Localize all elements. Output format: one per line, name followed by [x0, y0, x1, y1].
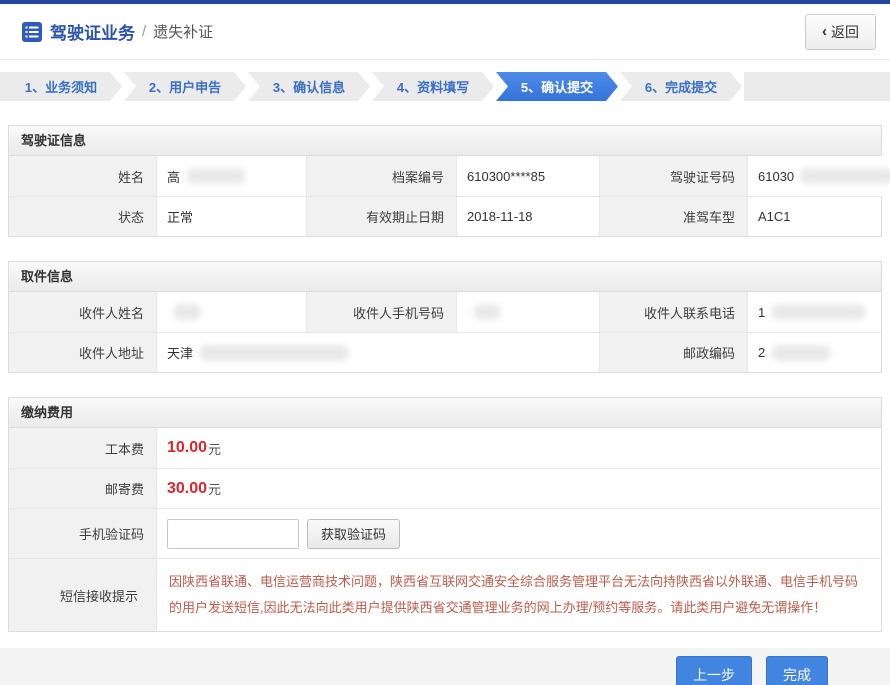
sms-notice-cell: 因陕西省联通、电信运营商技术问题，陕西省互联网交通安全综合服务管理平台无法向持陕…	[157, 558, 881, 631]
recipient-name-value	[157, 292, 307, 332]
page-title: 驾驶证业务	[50, 19, 135, 44]
sms-code-label: 手机验证码	[9, 508, 157, 558]
recipient-address-label: 收件人地址	[9, 332, 157, 372]
postcode-value: 2	[748, 332, 881, 372]
footer-action-bar: 上一步 完成	[0, 648, 890, 685]
list-icon	[22, 22, 42, 42]
expiry-label: 有效期止日期	[307, 196, 457, 236]
step-2-user-declaration[interactable]: 2、用户申告	[124, 72, 246, 101]
chevron-left-icon: ‹	[822, 23, 827, 40]
license-info-section: 驾驶证信息 姓名 高 档案编号 610300****85 驾驶证号码 61030…	[8, 125, 882, 237]
file-no-value: 610300****85	[457, 156, 600, 196]
breadcrumb-divider: /	[142, 23, 146, 40]
postcode-label: 邮政编码	[600, 332, 748, 372]
pickup-section-title: 取件信息	[9, 262, 881, 292]
redacted-value	[771, 304, 866, 320]
step-4-fill-data[interactable]: 4、资料填写	[372, 72, 494, 101]
license-no-label: 驾驶证号码	[600, 156, 748, 196]
postage-fee-value: 30.00元	[157, 468, 881, 508]
sms-notice-label: 短信接收提示	[9, 558, 157, 631]
fees-section-title: 缴纳费用	[9, 398, 881, 428]
page-header: 驾驶证业务 / 遗失补证 ‹ 返回	[0, 4, 890, 60]
recipient-address-value: 天津	[157, 332, 600, 372]
sms-code-input[interactable]	[167, 519, 299, 549]
status-value: 正常	[157, 196, 307, 236]
redacted-value	[473, 304, 501, 320]
file-no-label: 档案编号	[307, 156, 457, 196]
back-button-label: 返回	[831, 22, 859, 42]
step-6-complete-submit[interactable]: 6、完成提交	[620, 72, 742, 101]
step-bar-filler	[744, 72, 890, 101]
recipient-mobile-label: 收件人手机号码	[307, 292, 457, 332]
breadcrumb-current: 遗失补证	[153, 21, 213, 42]
name-value: 高	[157, 156, 307, 196]
back-button[interactable]: ‹ 返回	[805, 14, 876, 50]
pickup-info-section: 取件信息 收件人姓名 收件人手机号码 收件人联系电话 1 收件人地址 天津 邮政…	[8, 261, 882, 373]
vehicle-type-label: 准驾车型	[600, 196, 748, 236]
recipient-phone-label: 收件人联系电话	[600, 292, 748, 332]
redacted-value	[800, 168, 890, 184]
fees-section: 缴纳费用 工本费 10.00元 邮寄费 30.00元 手机验证码 获取验证码 短…	[8, 397, 882, 632]
recipient-mobile-value	[457, 292, 600, 332]
production-fee-value: 10.00元	[157, 428, 881, 468]
production-fee-label: 工本费	[9, 428, 157, 468]
expiry-value: 2018-11-18	[457, 196, 600, 236]
recipient-phone-value: 1	[748, 292, 881, 332]
postage-fee-label: 邮寄费	[9, 468, 157, 508]
vehicle-type-value: A1C1	[748, 196, 881, 236]
sms-notice-text: 因陕西省联通、电信运营商技术问题，陕西省互联网交通安全综合服务管理平台无法向持陕…	[169, 569, 863, 621]
redacted-value	[771, 345, 831, 361]
status-label: 状态	[9, 196, 157, 236]
step-5-confirm-submit[interactable]: 5、确认提交	[496, 72, 618, 101]
step-1-business-notice[interactable]: 1、业务须知	[0, 72, 122, 101]
step-wizard: 1、业务须知 2、用户申告 3、确认信息 4、资料填写 5、确认提交 6、完成提…	[0, 72, 890, 101]
recipient-name-label: 收件人姓名	[9, 292, 157, 332]
get-code-button[interactable]: 获取验证码	[307, 519, 400, 549]
step-3-confirm-info[interactable]: 3、确认信息	[248, 72, 370, 101]
redacted-value	[186, 168, 246, 184]
sms-code-cell: 获取验证码	[157, 508, 881, 558]
license-no-value: 61030	[748, 156, 890, 196]
finish-button[interactable]: 完成	[766, 656, 828, 685]
redacted-value	[173, 304, 201, 320]
license-section-title: 驾驶证信息	[9, 126, 881, 156]
previous-step-button[interactable]: 上一步	[676, 656, 752, 685]
name-label: 姓名	[9, 156, 157, 196]
redacted-value	[199, 345, 349, 361]
